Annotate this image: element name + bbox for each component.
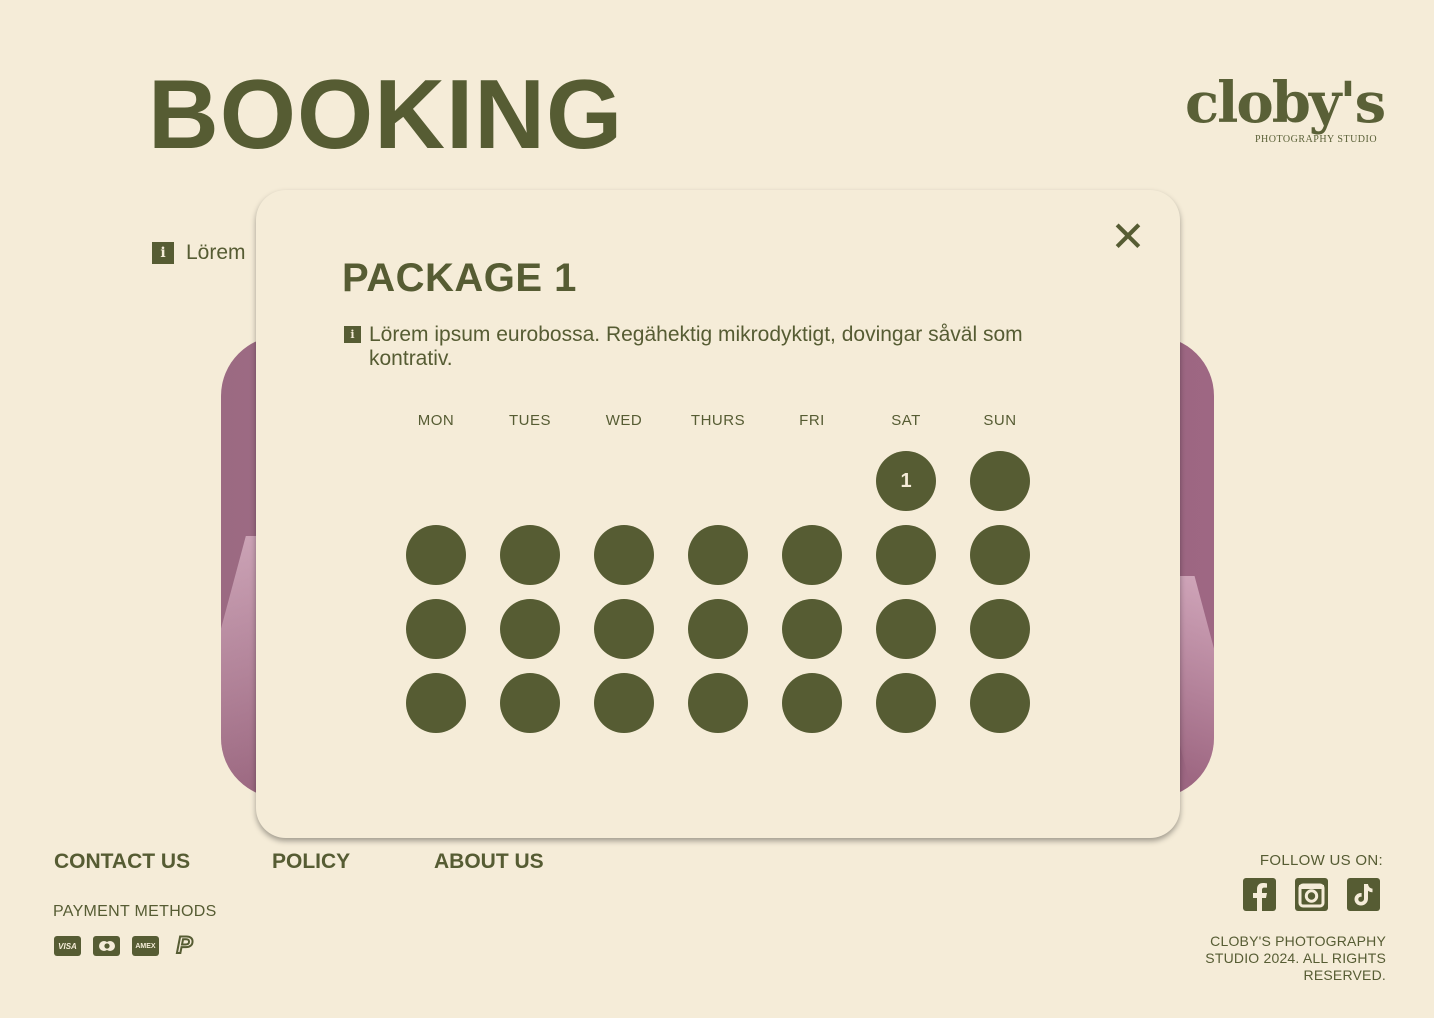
social-icons xyxy=(1243,878,1380,911)
calendar-day[interactable] xyxy=(500,673,560,733)
calendar-day[interactable] xyxy=(406,525,466,585)
close-icon[interactable]: ✕ xyxy=(1106,215,1150,259)
footer-nav: CONTACT US POLICY ABOUT US xyxy=(54,850,544,874)
calendar-day[interactable] xyxy=(594,525,654,585)
follow-us-label: FOLLOW US ON: xyxy=(1259,852,1383,869)
visa-icon: VISA xyxy=(54,936,81,956)
payment-icons: VISA AMEX P xyxy=(54,931,198,960)
calendar-day[interactable] xyxy=(876,673,936,733)
calendar-day[interactable] xyxy=(782,673,842,733)
copyright-text: CLOBY'S PHOTOGRAPHY STUDIO 2024. ALL RIG… xyxy=(1205,933,1386,983)
calendar-day[interactable] xyxy=(876,525,936,585)
day-header: TUES xyxy=(508,412,551,429)
contact-us-link[interactable]: CONTACT US xyxy=(54,850,272,874)
info-icon: i xyxy=(152,242,174,264)
mastercard-icon xyxy=(93,936,120,956)
about-us-link[interactable]: ABOUT US xyxy=(434,850,544,874)
payment-methods-label: PAYMENT METHODS xyxy=(53,903,217,920)
calendar-day[interactable] xyxy=(876,599,936,659)
calendar-day[interactable] xyxy=(970,673,1030,733)
calendar-day[interactable] xyxy=(406,599,466,659)
calendar-day[interactable] xyxy=(688,599,748,659)
calendar-day[interactable] xyxy=(500,525,560,585)
calendar-day[interactable]: 1 xyxy=(876,451,936,511)
calendar-day[interactable] xyxy=(970,599,1030,659)
page-title: BOOKING xyxy=(148,59,624,169)
paypal-icon: P xyxy=(175,931,193,960)
logo-subtitle: PHOTOGRAPHY STUDIO xyxy=(1255,134,1378,145)
day-header: FRI xyxy=(799,412,825,429)
package-info: i Lörem ipsum eurobossa. Regähektig mikr… xyxy=(344,323,1104,371)
facebook-icon[interactable] xyxy=(1243,878,1276,911)
calendar-day[interactable] xyxy=(688,525,748,585)
day-header: MON xyxy=(417,412,455,429)
package-modal: ✕ PACKAGE 1 i Lörem ipsum eurobossa. Reg… xyxy=(256,190,1180,838)
calendar-day[interactable] xyxy=(782,599,842,659)
info-icon: i xyxy=(344,326,361,343)
calendar-day[interactable] xyxy=(594,599,654,659)
package-info-text: Lörem ipsum eurobossa. Regähektig mikrod… xyxy=(369,323,1023,370)
calendar-day[interactable] xyxy=(406,673,466,733)
calendar-day[interactable] xyxy=(970,451,1030,511)
day-header: THURS xyxy=(690,412,746,429)
day-header: SAT xyxy=(891,412,921,429)
amex-icon: AMEX xyxy=(132,936,159,956)
instagram-icon[interactable] xyxy=(1295,878,1328,911)
package-title: PACKAGE 1 xyxy=(342,256,577,300)
background-info-text: Lörem xyxy=(186,241,246,264)
calendar-day[interactable] xyxy=(594,673,654,733)
day-header: WED xyxy=(605,412,643,429)
logo-wordmark: cloby's xyxy=(1185,70,1386,136)
background-info: i Lörem xyxy=(152,241,246,265)
calendar-day[interactable] xyxy=(688,673,748,733)
calendar-day[interactable] xyxy=(970,525,1030,585)
day-header: SUN xyxy=(983,412,1017,429)
tiktok-icon[interactable] xyxy=(1347,878,1380,911)
policy-link[interactable]: POLICY xyxy=(272,850,434,874)
calendar-day[interactable] xyxy=(782,525,842,585)
calendar-day[interactable] xyxy=(500,599,560,659)
studio-logo[interactable]: cloby's PHOTOGRAPHY STUDIO xyxy=(1185,70,1386,150)
